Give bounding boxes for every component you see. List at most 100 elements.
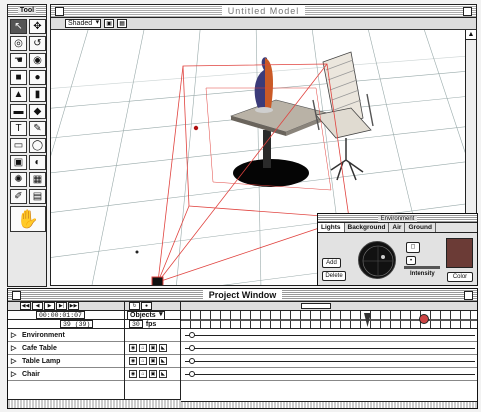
lathe-tool-icon[interactable]: ▭ [10, 138, 27, 153]
table-pedestal [263, 130, 271, 168]
visible-icon[interactable]: ◉ [129, 370, 137, 378]
render-icon[interactable]: ▣ [149, 344, 157, 352]
project-zoom-box-icon[interactable] [464, 291, 473, 300]
time-ruler[interactable] [181, 311, 477, 329]
tab-ground[interactable]: Ground [405, 223, 436, 232]
toolbox-palette: Tool ↖ ✥ ◎ ↺ ☚ ◉ ■ ● ▲ ▮ ▬ ◆ T ✎ ▭ ◯ ▣ ◐ ✺ ▦ ✐ ▤ ✋ [7, 4, 47, 287]
link-icon[interactable]: ◣ [159, 344, 167, 352]
tab-background[interactable]: Background [345, 223, 390, 232]
lock-icon[interactable]: ⌂ [139, 344, 147, 352]
grid-icon[interactable]: ▦ [117, 19, 128, 28]
select-tool-icon[interactable]: ↖ [10, 19, 27, 34]
light-direction-dial[interactable] [358, 241, 396, 279]
box-tool-icon[interactable]: ▬ [10, 104, 27, 119]
camera-icon[interactable] [151, 276, 164, 286]
object-row-table-lamp[interactable]: Table Lamp [8, 355, 124, 368]
zoom-box-icon[interactable] [463, 7, 472, 16]
lock-icon[interactable]: ⌂ [139, 357, 147, 365]
close-box-icon[interactable] [55, 7, 64, 16]
end-marker-icon[interactable] [419, 314, 429, 324]
record-icon[interactable]: ● [141, 302, 152, 310]
project-window-titlebar[interactable]: Project Window [8, 289, 477, 302]
timeline-track[interactable] [181, 329, 477, 342]
object-row-cafe-table[interactable]: Cafe Table [8, 342, 124, 355]
keyframe-icon[interactable] [189, 332, 195, 338]
timeline-horizontal-scrollbar[interactable] [181, 401, 477, 408]
timeline-track[interactable] [181, 342, 477, 355]
step-forward-icon[interactable]: ▶| [56, 302, 67, 310]
toolbox-titlebar[interactable]: Tool [8, 5, 46, 17]
visible-icon[interactable]: ◉ [129, 357, 137, 365]
play-icon[interactable]: ▶ [44, 302, 55, 310]
keyframe-icon[interactable] [189, 371, 195, 377]
list-horizontal-scrollbar[interactable] [8, 399, 181, 408]
timeline-track[interactable] [181, 368, 477, 381]
object-row-environment[interactable]: Environment [8, 329, 124, 342]
sphere-rotate-tool-icon[interactable]: ◎ [10, 36, 27, 51]
mid-controls: ↻ ● [125, 302, 180, 311]
tab-air[interactable]: Air [389, 223, 406, 232]
fps-row: 30 fps [125, 320, 180, 329]
step-back-icon[interactable]: ◀ [32, 302, 43, 310]
eye-tool-icon[interactable]: ◉ [29, 53, 46, 68]
timecode-field[interactable]: 00:00:01:07 [36, 311, 85, 319]
torus-tool-icon[interactable]: ◯ [29, 138, 46, 153]
camera-orbit-tool-icon[interactable]: ↺ [29, 36, 46, 51]
camera-view-icon[interactable]: ▣ [104, 19, 115, 28]
model-toolbar: Shaded ▣ ▦ [51, 18, 476, 30]
paint-tool-icon[interactable]: ▦ [29, 172, 46, 187]
add-light-button[interactable]: Add [322, 258, 341, 268]
camera-target-point[interactable] [193, 125, 199, 131]
timeline-track[interactable] [181, 355, 477, 368]
light-color-swatch[interactable] [446, 238, 473, 268]
frame-field[interactable]: 39 (39) [60, 320, 94, 328]
chair[interactable] [312, 51, 374, 181]
light-toggle-icon[interactable]: • [406, 256, 416, 265]
fps-unit: fps [145, 321, 157, 328]
light-point[interactable] [135, 250, 139, 254]
project-close-box-icon[interactable] [12, 291, 21, 300]
object-row-chair[interactable]: Chair [8, 368, 124, 381]
scroll-up-icon[interactable]: ▲ [466, 30, 476, 40]
visible-icon[interactable]: ◉ [129, 344, 137, 352]
keyframe-icon[interactable] [189, 358, 195, 364]
fast-forward-icon[interactable]: ▶▶ [68, 302, 79, 310]
render-mode-popup[interactable]: Shaded [65, 19, 102, 28]
object-row-icons: ◉ ⌂ ▣ ◣ ◉ ⌂ ▣ ◣ ◉ ⌂ ▣ ◣ [125, 329, 180, 381]
row-icon-group [125, 329, 180, 342]
lock-icon[interactable]: ⌂ [139, 370, 147, 378]
objects-popup[interactable]: Objects [127, 311, 165, 320]
extrude-tool-icon[interactable]: ▣ [10, 155, 27, 170]
cone-tool-icon[interactable]: ▲ [10, 87, 27, 102]
color-button[interactable]: Color [447, 272, 473, 282]
light-type-icon[interactable]: ◻ [406, 242, 420, 253]
light-tool-icon[interactable]: ✺ [10, 172, 27, 187]
hand-tool-icon[interactable]: ☚ [10, 53, 27, 68]
model-window-titlebar[interactable]: Untitled Model [51, 5, 476, 18]
paintbrush-tool-icon[interactable]: ✐ [10, 189, 27, 204]
fps-field[interactable]: 30 [129, 320, 143, 328]
keyframe-icon[interactable] [189, 345, 195, 351]
tab-lights[interactable]: Lights [318, 223, 345, 232]
sphere-tool-icon[interactable]: ● [29, 70, 46, 85]
cube-tool-icon[interactable]: ■ [10, 70, 27, 85]
timeline-zoom-control[interactable] [301, 303, 331, 309]
render-tool-icon[interactable]: ✋ [10, 206, 46, 232]
object-rows: EnvironmentCafe TableTable LampChair [8, 329, 124, 381]
link-icon[interactable]: ◣ [159, 370, 167, 378]
cylinder-tool-icon[interactable]: ▮ [29, 87, 46, 102]
deform-tool-icon[interactable]: ◐ [29, 155, 46, 170]
link-icon[interactable]: ◣ [159, 357, 167, 365]
pyramid-tool-icon[interactable]: ◆ [29, 104, 46, 119]
delete-light-button[interactable]: Delete [322, 271, 346, 281]
eyedropper-tool-icon[interactable]: ✎ [29, 121, 46, 136]
rotate-tool-icon[interactable]: ✥ [29, 19, 46, 34]
rewind-icon[interactable]: ◀◀ [20, 302, 31, 310]
render-icon[interactable]: ▣ [149, 370, 157, 378]
environment-titlebar[interactable]: Environment [318, 214, 477, 223]
texture-tool-icon[interactable]: ▤ [29, 189, 46, 204]
text-tool-icon[interactable]: T [10, 121, 27, 136]
loop-icon[interactable]: ↻ [129, 302, 140, 310]
intensity-slider[interactable] [404, 266, 440, 269]
render-icon[interactable]: ▣ [149, 357, 157, 365]
